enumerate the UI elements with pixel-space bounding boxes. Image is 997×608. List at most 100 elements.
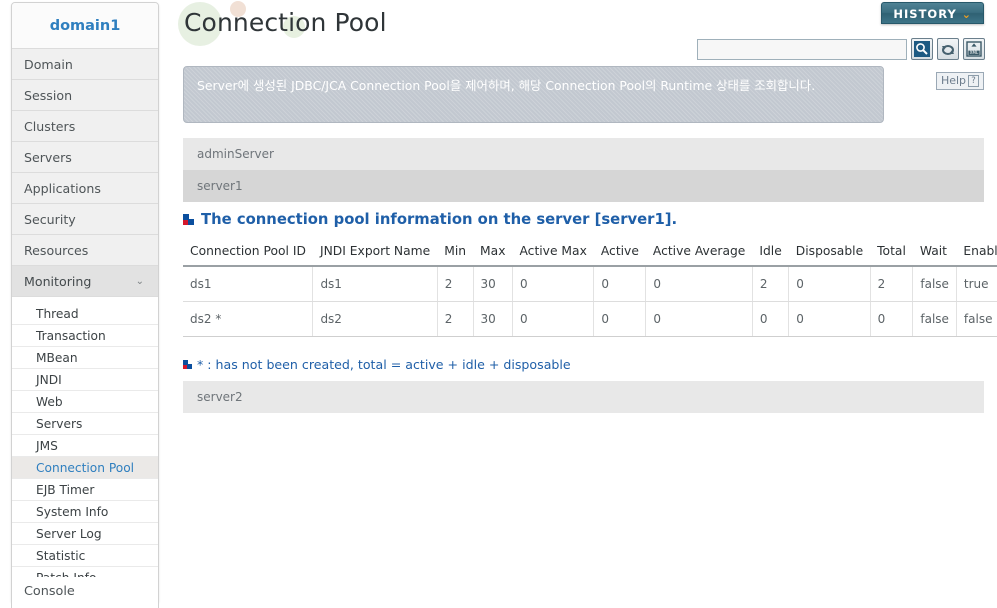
sidebar-item-domain[interactable]: Domain <box>12 49 158 80</box>
sidebar-subitem-label: MBean <box>36 351 78 365</box>
column-header-active[interactable]: Active <box>593 238 646 267</box>
chevron-down-icon: ⌄ <box>135 276 144 287</box>
column-header-min[interactable]: Min <box>437 238 474 267</box>
server-row-adminserver[interactable]: adminServer <box>183 138 984 170</box>
cell-active: 0 <box>593 266 647 302</box>
sidebar-item-session[interactable]: Session <box>12 80 158 111</box>
search-icon-button[interactable] <box>911 38 933 60</box>
cell-active-max: 0 <box>512 266 595 302</box>
sidebar-item-label: Monitoring <box>24 274 92 289</box>
refresh-icon-button[interactable] <box>937 38 959 60</box>
sidebar-item-security[interactable]: Security <box>12 204 158 235</box>
cell-wait: false <box>912 266 957 302</box>
cell-min: 2 <box>437 266 474 302</box>
table-body: ds1 ds1 2 30 0 0 0 2 0 2 false true stmt <box>183 266 997 337</box>
cell-total: 0 <box>870 301 914 337</box>
search-input[interactable] <box>697 38 907 60</box>
column-header-connection-pool-id[interactable]: Connection Pool ID <box>183 238 313 267</box>
sidebar-subitem-label: JNDI <box>36 373 62 387</box>
table-row: ds2 * ds2 2 30 0 0 0 0 0 0 false false s… <box>183 301 997 337</box>
bullet-square-icon <box>183 360 192 369</box>
page-title: Connection Pool <box>184 8 387 37</box>
column-header-jndi-export-name[interactable]: JNDI Export Name <box>312 238 438 267</box>
column-header-max[interactable]: Max <box>473 238 513 267</box>
console-panel: Console <box>11 577 159 608</box>
section-title: The connection pool information on the s… <box>201 211 678 228</box>
info-banner: Server에 생성된 JDBC/JCA Connection Pool을 제어… <box>183 66 884 123</box>
sidebar-item-system-info[interactable]: System Info <box>12 501 158 523</box>
cell-active-average: 0 <box>645 301 753 337</box>
sidebar-item-label: Security <box>24 212 76 227</box>
question-mark-icon: ? <box>968 75 980 87</box>
cell-jndi-export-name: ds2 <box>312 301 438 337</box>
sidebar-item-resources[interactable]: Resources <box>12 235 158 266</box>
sidebar-subitem-label: Server Log <box>36 527 102 541</box>
help-button[interactable]: Help? <box>936 72 984 90</box>
cell-connection-pool-id: ds1 <box>183 266 314 302</box>
footnote-text: * : has not been created, total = active… <box>197 357 571 372</box>
column-header-active-max[interactable]: Active Max <box>512 238 594 267</box>
sidebar-item-label: Domain <box>24 57 73 72</box>
sidebar-submenu-monitoring: Thread Transaction MBean JNDI Web Server… <box>12 297 158 601</box>
sidebar-item-server-log[interactable]: Server Log <box>12 523 158 545</box>
history-button-label: HISTORY <box>893 7 957 21</box>
server-name: server2 <box>197 390 243 404</box>
sidebar-panel: domain1 Domain Session Clusters Servers … <box>11 2 159 602</box>
cell-active-max: 0 <box>512 301 595 337</box>
cell-max: 30 <box>473 266 513 302</box>
history-button[interactable]: HISTORY ⌄ <box>881 2 984 24</box>
sidebar-item-applications[interactable]: Applications <box>12 173 158 204</box>
column-header-enabled[interactable]: Enabled <box>956 238 997 267</box>
cell-wait: false <box>912 301 957 337</box>
sidebar-item-connection-pool[interactable]: Connection Pool <box>12 457 158 479</box>
sidebar-item-monitoring[interactable]: Monitoring ⌄ <box>12 266 158 297</box>
bullet-square-icon <box>183 214 194 225</box>
sidebar-item-servers[interactable]: Servers <box>12 142 158 173</box>
sidebar-item-label: Servers <box>24 150 72 165</box>
sidebar-item-mbean[interactable]: MBean <box>12 347 158 369</box>
connection-pool-table: Connection Pool ID JNDI Export Name Min … <box>183 238 997 337</box>
sidebar-item-jms[interactable]: JMS <box>12 435 158 457</box>
cell-jndi-export-name: ds1 <box>312 266 438 302</box>
column-header-total[interactable]: Total <box>870 238 913 267</box>
sidebar-subitem-label: Statistic <box>36 549 86 563</box>
sidebar-item-transaction[interactable]: Transaction <box>12 325 158 347</box>
sidebar-item-jndi[interactable]: JNDI <box>12 369 158 391</box>
sidebar-item-ejb-timer[interactable]: EJB Timer <box>12 479 158 501</box>
column-header-disposable[interactable]: Disposable <box>788 238 871 267</box>
cell-max: 30 <box>473 301 513 337</box>
xml-export-button[interactable]: XML <box>963 38 985 60</box>
cell-active-average: 0 <box>645 266 753 302</box>
table-footnote: * : has not been created, total = active… <box>183 357 571 372</box>
cell-idle: 0 <box>752 301 790 337</box>
svg-text:XML: XML <box>970 50 979 55</box>
sidebar-subitem-label: JMS <box>36 439 58 453</box>
server-row-server1[interactable]: server1 <box>183 170 984 202</box>
sidebar-item-web[interactable]: Web <box>12 391 158 413</box>
main-content: Connection Pool HISTORY ⌄ XML Server에 생성… <box>170 0 997 608</box>
column-header-idle[interactable]: Idle <box>752 238 789 267</box>
column-header-active-average[interactable]: Active Average <box>645 238 753 267</box>
sidebar-item-console[interactable]: Console <box>12 577 158 607</box>
cell-enabled: false <box>956 301 997 337</box>
server-name: server1 <box>197 179 243 193</box>
cell-idle: 2 <box>752 266 790 302</box>
sidebar-item-thread[interactable]: Thread <box>12 303 158 325</box>
cell-connection-pool-id: ds2 * <box>183 301 314 337</box>
server-row-server2[interactable]: server2 <box>183 381 984 413</box>
sidebar-subitem-label: Transaction <box>36 329 106 343</box>
sidebar-subitem-label: Servers <box>36 417 83 431</box>
section-heading: The connection pool information on the s… <box>183 211 677 228</box>
cell-total: 2 <box>870 266 914 302</box>
sidebar-item-servers-monitoring[interactable]: Servers <box>12 413 158 435</box>
sidebar-subitem-label: Web <box>36 395 63 409</box>
table-header: Connection Pool ID JNDI Export Name Min … <box>183 238 997 267</box>
sidebar-item-label: Session <box>24 88 73 103</box>
sidebar-item-clusters[interactable]: Clusters <box>12 111 158 142</box>
table-header-row: Connection Pool ID JNDI Export Name Min … <box>183 238 997 267</box>
domain-title: domain1 <box>12 3 158 49</box>
sidebar-item-statistic[interactable]: Statistic <box>12 545 158 567</box>
sidebar-item-label: Clusters <box>24 119 76 134</box>
column-header-wait[interactable]: Wait <box>912 238 957 267</box>
sidebar-subitem-label: System Info <box>36 505 109 519</box>
